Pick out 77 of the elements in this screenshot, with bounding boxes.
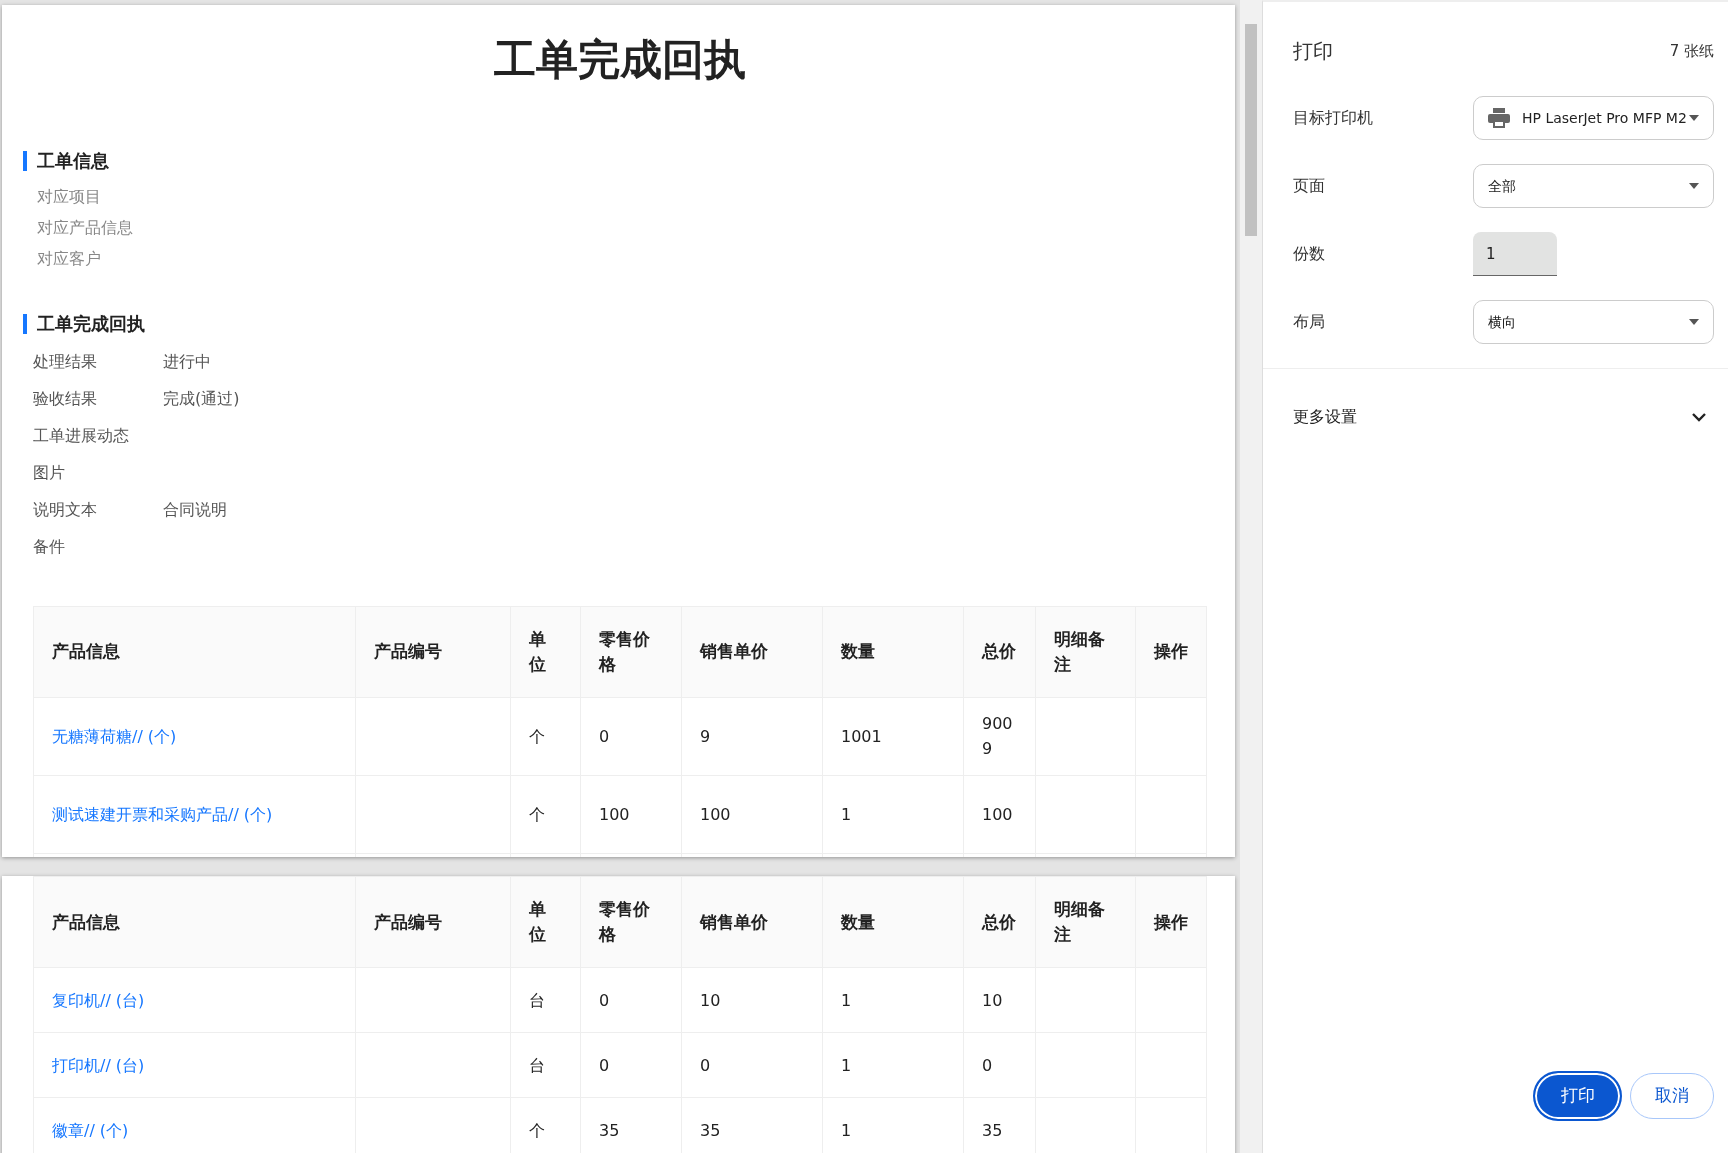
column-header: 总价 [963, 606, 1036, 698]
table-cell: 个 [510, 697, 581, 776]
setting-label: 页面 [1293, 175, 1326, 197]
field-label: 说明文本 [33, 499, 98, 522]
column-header: 明细备注 [1035, 606, 1136, 698]
dropdown-caret-icon [1689, 115, 1699, 121]
table-cell: 10 [963, 967, 1036, 1033]
column-header: 单位 [510, 606, 581, 698]
table-cell: 台 [510, 967, 581, 1033]
column-header: 数量 [822, 876, 964, 968]
column-header: 操作 [1135, 876, 1207, 968]
field-label: 图片 [33, 462, 66, 485]
panel-title: 打印 [1293, 38, 1333, 65]
table-cell: 1 [822, 967, 964, 1033]
field-value: 进行中 [163, 351, 211, 374]
table-cell: 9 [681, 697, 823, 776]
field-label: 工单进展动态 [33, 425, 130, 448]
column-header: 零售价格 [580, 606, 682, 698]
field-label: 对应客户 [36, 248, 102, 271]
table-cell: 1 [822, 775, 964, 854]
copies-field[interactable]: 1 [1473, 232, 1557, 276]
table-cell: 100 [963, 775, 1036, 854]
table-cell: 1 [822, 1032, 964, 1098]
table-cell: 0 [681, 1032, 823, 1098]
table-cell: 0 [580, 697, 682, 776]
chevron-icon [1692, 412, 1706, 422]
product-link[interactable]: 无糖薄荷糖// (个) [52, 727, 177, 746]
product-link[interactable]: 测试速建开票和采购产品// (个) [52, 805, 273, 824]
column-header: 操作 [1135, 606, 1207, 698]
product-link[interactable]: 复印机// (台) [52, 990, 145, 1010]
column-header: 销售单价 [681, 876, 823, 968]
print-button[interactable]: 打印 [1533, 1071, 1622, 1121]
document-title: 工单完成回执 [493, 34, 747, 86]
table-cell: 1001 [822, 697, 964, 776]
field-label: 验收结果 [33, 388, 98, 411]
product-link[interactable]: 徽章// (个) [52, 1120, 129, 1140]
column-header: 单位 [510, 876, 581, 968]
field-label: 备件 [33, 536, 66, 559]
dropdown-select[interactable]: 全部 [1473, 164, 1714, 208]
section-heading: 工单信息 [23, 151, 109, 172]
field-label: 处理结果 [33, 351, 98, 374]
field-value: 合同说明 [163, 499, 227, 522]
table-cell: 0 [580, 1032, 682, 1098]
product-link[interactable]: 打印机// (台) [52, 1055, 145, 1075]
column-header: 产品编号 [355, 876, 511, 968]
column-header: 数量 [822, 606, 964, 698]
table-cell: 个 [510, 775, 581, 854]
column-header: 销售单价 [681, 606, 823, 698]
table-cell: 100 [580, 775, 682, 854]
setting-label: 布局 [1293, 311, 1326, 333]
scrollbar-thumb[interactable] [1245, 24, 1257, 236]
field-label: 对应项目 [36, 186, 102, 209]
dropdown-caret-icon [1689, 183, 1699, 189]
table-cell: 10 [681, 967, 823, 1033]
table-cell: 台 [510, 1032, 581, 1098]
field-value: 完成(通过) [163, 388, 240, 411]
table-cell: 9009 [963, 697, 1036, 776]
section-heading: 工单完成回执 [23, 314, 145, 334]
sheet-count: 7 张纸 [1669, 40, 1714, 62]
cancel-button[interactable]: 取消 [1630, 1073, 1714, 1119]
table-cell: 0 [580, 967, 682, 1033]
dropdown-caret-icon [1689, 319, 1699, 325]
table-cell: 100 [681, 775, 823, 854]
dropdown-select[interactable]: 横向 [1473, 300, 1714, 344]
column-header: 零售价格 [580, 876, 682, 968]
column-header: 产品编号 [355, 606, 511, 698]
column-header: 明细备注 [1035, 876, 1136, 968]
setting-label: 目标打印机 [1293, 107, 1374, 129]
printer-select[interactable]: HP LaserJet Pro MFP M2 [1473, 96, 1714, 140]
column-header: 产品信息 [33, 606, 356, 698]
table-cell: 0 [963, 1032, 1036, 1098]
more-settings-toggle[interactable]: 更多设置 [1263, 369, 1728, 429]
printer-icon [1488, 108, 1510, 128]
setting-label: 份数 [1293, 243, 1326, 265]
column-header: 产品信息 [33, 876, 356, 968]
column-header: 总价 [963, 876, 1036, 968]
field-label: 对应产品信息 [36, 217, 134, 240]
